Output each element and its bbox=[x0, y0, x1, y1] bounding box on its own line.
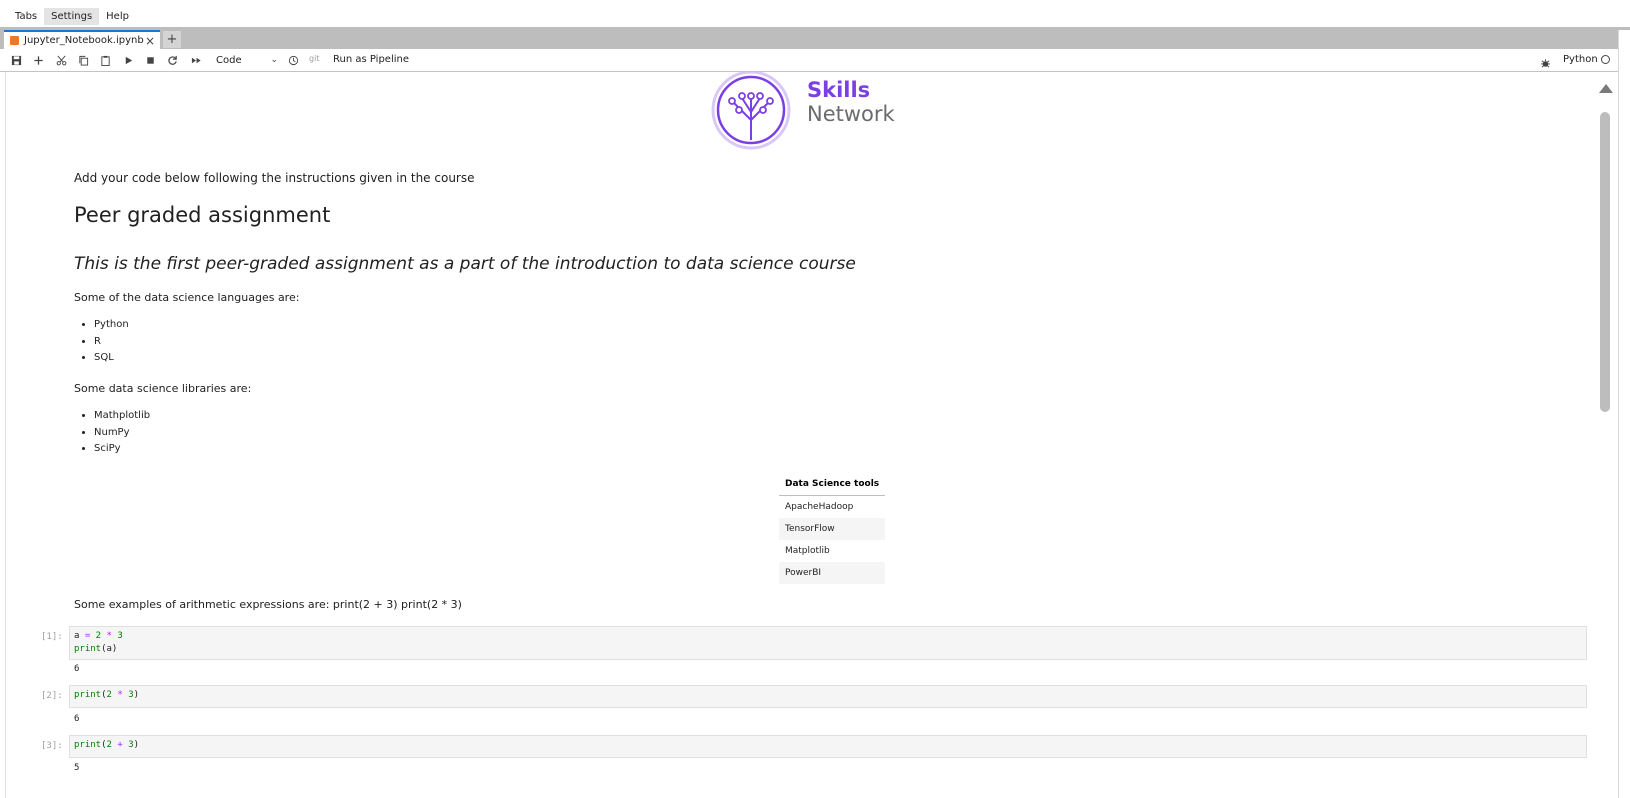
scrollbar-thumb[interactable] bbox=[1600, 112, 1610, 412]
list-item: NumPy bbox=[94, 425, 150, 442]
cell-prompt: [2]: bbox=[41, 691, 63, 701]
git-label[interactable]: git bbox=[309, 54, 319, 63]
cell-prompt: [3]: bbox=[41, 741, 63, 751]
restart-icon[interactable] bbox=[165, 53, 179, 67]
libraries-intro: Some data science libraries are: bbox=[74, 382, 252, 395]
code-line: print(a) bbox=[74, 644, 118, 654]
stop-icon[interactable] bbox=[143, 53, 157, 67]
list-item: Python bbox=[94, 317, 129, 334]
paste-icon[interactable] bbox=[98, 53, 112, 67]
cell-type-value: Code bbox=[216, 54, 242, 66]
notebook-panel: Skills Network Add your code below follo… bbox=[5, 72, 1602, 798]
kernel-status-icon bbox=[1601, 55, 1610, 64]
cell-output: 6 bbox=[74, 714, 80, 724]
data-science-tools-table: Data Science tools ApacheHadoop TensorFl… bbox=[779, 473, 886, 584]
run-icon[interactable] bbox=[121, 53, 135, 67]
code-cell[interactable]: print(2 + 3) bbox=[69, 735, 1587, 758]
libraries-list: Mathplotlib NumPy SciPy bbox=[74, 408, 150, 458]
cell-prompt: [1]: bbox=[41, 632, 63, 642]
tab-notebook[interactable]: Jupyter_Notebook.ipynb × bbox=[4, 30, 160, 49]
menu-settings[interactable]: Settings bbox=[44, 8, 100, 25]
cell-output: 5 bbox=[74, 763, 80, 773]
arithmetic-intro: Some examples of arithmetic expressions … bbox=[74, 598, 462, 611]
skills-network-logo-icon bbox=[711, 72, 791, 150]
debugger-icon[interactable] bbox=[1540, 54, 1552, 68]
right-sidebar-edge bbox=[1618, 30, 1630, 798]
notebook-scrollbar[interactable] bbox=[1597, 72, 1613, 798]
languages-list: Python R SQL bbox=[74, 317, 129, 367]
heading-peer-graded: Peer graded assignment bbox=[74, 203, 331, 227]
intro-text: Add your code below following the instru… bbox=[74, 171, 475, 185]
list-item: SciPy bbox=[94, 441, 150, 458]
list-item: Mathplotlib bbox=[94, 408, 150, 425]
notebook-icon bbox=[10, 36, 19, 45]
subheading-assignment: This is the first peer-graded assignment… bbox=[74, 254, 856, 274]
code-cell[interactable]: print(2 * 3) bbox=[69, 685, 1587, 708]
table-cell: TensorFlow bbox=[779, 518, 886, 540]
notebook-toolbar: Code ⌄ git Run as Pipeline Python bbox=[0, 49, 1630, 72]
languages-intro: Some of the data science languages are: bbox=[74, 291, 300, 304]
list-item: SQL bbox=[94, 350, 129, 367]
skills-network-logo: Skills Network bbox=[709, 72, 909, 150]
chevron-down-icon: ⌄ bbox=[270, 55, 278, 65]
code-cell[interactable]: a = 2 * 3 print(a) bbox=[69, 626, 1587, 660]
menu-help[interactable]: Help bbox=[99, 8, 136, 25]
table-cell: PowerBI bbox=[779, 562, 886, 584]
save-icon[interactable] bbox=[9, 53, 23, 67]
copy-icon[interactable] bbox=[76, 53, 90, 67]
add-cell-icon[interactable] bbox=[31, 53, 45, 67]
new-tab-button[interactable]: + bbox=[163, 31, 181, 48]
cut-icon[interactable] bbox=[54, 53, 68, 67]
tab-bar: Jupyter_Notebook.ipynb × + bbox=[0, 27, 1630, 49]
cell-type-dropdown[interactable]: Code ⌄ bbox=[216, 52, 278, 68]
close-icon[interactable]: × bbox=[145, 35, 155, 47]
logo-text-network: Network bbox=[807, 102, 895, 126]
table-cell: ApacheHadoop bbox=[785, 502, 854, 512]
history-icon[interactable] bbox=[286, 53, 300, 67]
table-header: Data Science tools bbox=[779, 473, 886, 496]
fast-forward-icon[interactable] bbox=[189, 53, 203, 67]
table-cell: Matplotlib bbox=[785, 546, 830, 556]
logo-text-skills: Skills bbox=[807, 78, 871, 102]
run-as-pipeline-button[interactable]: Run as Pipeline bbox=[333, 54, 409, 65]
kernel-name[interactable]: Python bbox=[1563, 54, 1598, 65]
menu-tabs[interactable]: Tabs bbox=[8, 8, 44, 25]
menu-bar: Tabs Settings Help bbox=[0, 6, 1630, 27]
scroll-up-icon[interactable] bbox=[1599, 84, 1613, 93]
cell-output: 6 bbox=[74, 664, 80, 674]
list-item: R bbox=[94, 334, 129, 351]
code-line: a = 2 * 3 bbox=[74, 631, 123, 641]
tab-label: Jupyter_Notebook.ipynb bbox=[24, 35, 144, 46]
